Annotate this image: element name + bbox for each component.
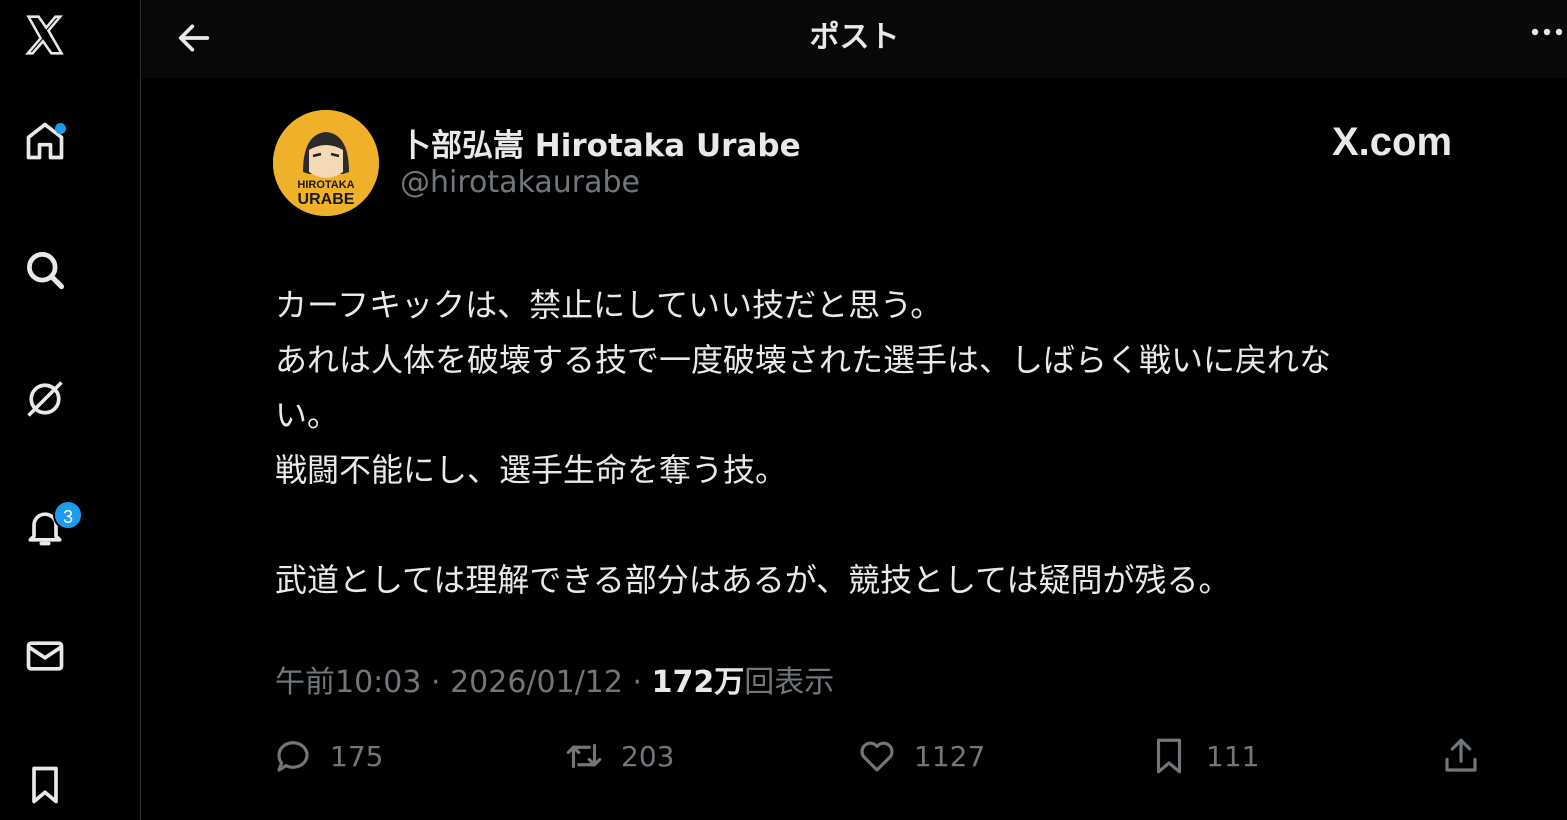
avatar[interactable]: HIROTAKA URABE: [273, 110, 379, 216]
more-options-icon[interactable]: [1527, 22, 1567, 42]
reply-icon: [277, 741, 309, 772]
reply-button[interactable]: 175: [272, 732, 383, 780]
post-text: カーフキックは、禁止にしていい技だと思う。 あれは人体を破壊する技で一度破壊され…: [275, 278, 1465, 608]
bookmarks-icon[interactable]: [0, 750, 90, 820]
post-timestamp[interactable]: 午前10:03 · 2026/01/12 ·: [275, 665, 652, 700]
post-line: カーフキックは、禁止にしていい技だと思う。: [275, 286, 943, 324]
notifications-bell-icon[interactable]: 3: [0, 492, 90, 562]
messages-mail-icon[interactable]: [0, 621, 90, 691]
author-handle[interactable]: @hirotakaurabe: [400, 165, 640, 200]
search-icon[interactable]: [0, 235, 90, 305]
post-line: い。: [275, 396, 340, 434]
bookmark-icon: [1156, 738, 1182, 774]
page-title: ポスト: [809, 20, 900, 55]
avatar-logo-text-2: URABE: [298, 191, 355, 208]
author-name[interactable]: 卜部弘嵩 Hirotaka Urabe: [400, 120, 801, 165]
view-count-label: 回表示: [744, 665, 835, 700]
bookmark-count: 111: [1206, 739, 1260, 773]
reply-count: 175: [330, 739, 384, 773]
repost-button[interactable]: 203: [563, 732, 674, 780]
view-count: 172万: [651, 665, 745, 700]
like-button[interactable]: 1127: [856, 732, 985, 780]
grok-icon[interactable]: [0, 364, 90, 434]
home-unread-dot: [55, 123, 66, 134]
post-line: 戦闘不能にし、選手生命を奪う技。: [275, 451, 788, 489]
bookmark-button[interactable]: 111: [1148, 732, 1259, 780]
repost-icon: [566, 743, 602, 769]
heart-icon: [860, 741, 894, 772]
repost-count: 203: [621, 739, 675, 773]
avatar-logo-text-1: HIROTAKA: [297, 179, 354, 191]
sidebar: 3: [0, 0, 141, 820]
like-count: 1127: [914, 739, 986, 773]
x-com-brand: X.com: [1332, 120, 1453, 164]
post-line: あれは人体を破壊する技で一度破壊された選手は、しばらく戦いに戻れな: [275, 341, 1332, 379]
share-icon: [1445, 738, 1477, 772]
notification-badge: 3: [53, 500, 83, 530]
x-logo-icon[interactable]: [0, 0, 90, 70]
post-meta: 午前10:03 · 2026/01/12 · 172万回表示: [275, 657, 834, 701]
post-line: 武道としては理解できる部分はあるが、競技としては疑問が残る。: [275, 561, 1231, 599]
post-header: ポスト: [142, 0, 1567, 78]
share-button[interactable]: [1440, 732, 1498, 780]
home-icon[interactable]: [0, 106, 90, 176]
